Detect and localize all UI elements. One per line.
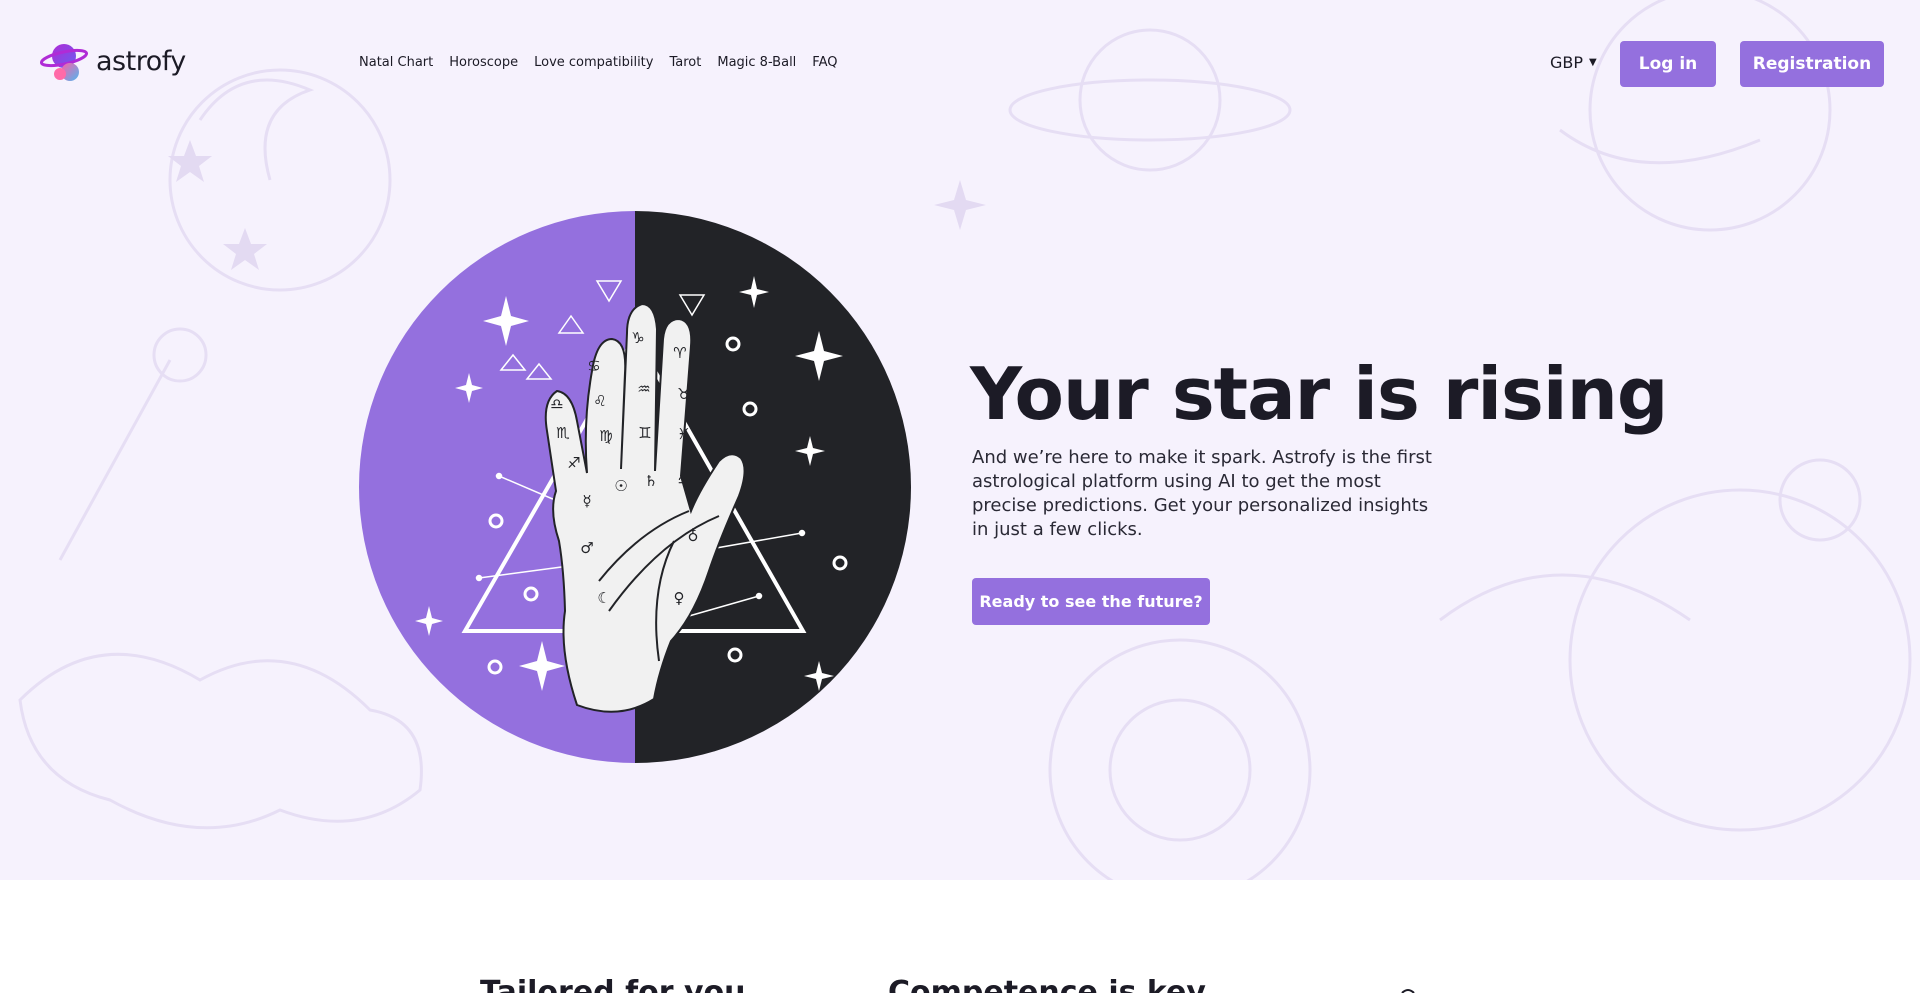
svg-text:♏: ♏ <box>556 424 570 442</box>
nav-tarot[interactable]: Tarot <box>669 55 701 70</box>
hero-illustration: ♋ ♑ ♈ ♌ ♒ ♉ ♎ ♍ ♊ ♏ ♓ ♐ ☉ ♄ ♃ ☿ ♂ ♁ ☾ ♀ <box>359 211 911 763</box>
hero-description: And we’re here to make it spark. Astrofy… <box>972 447 1432 540</box>
svg-text:☾: ☾ <box>597 589 610 607</box>
currency-value: GBP <box>1550 53 1584 72</box>
svg-text:♑: ♑ <box>631 329 644 347</box>
svg-text:♃: ♃ <box>676 472 689 490</box>
svg-text:♄: ♄ <box>644 472 657 490</box>
svg-text:♀: ♀ <box>674 589 685 607</box>
svg-text:☉: ☉ <box>614 477 627 495</box>
svg-text:♍: ♍ <box>599 427 612 445</box>
nav-natal-chart[interactable]: Natal Chart <box>359 55 433 70</box>
nav-magic-8-ball[interactable]: Magic 8-Ball <box>717 55 796 70</box>
registration-button[interactable]: Registration <box>1740 41 1884 87</box>
brand-name: astrofy <box>96 45 186 77</box>
feature-heading-tailored: Tailored for you <box>480 975 746 993</box>
svg-text:♂: ♂ <box>580 539 593 557</box>
logo-icon <box>40 44 89 81</box>
svg-text:♈: ♈ <box>673 344 686 362</box>
svg-text:♉: ♉ <box>677 385 690 403</box>
nav-love-compatibility[interactable]: Love compatibility <box>534 55 653 70</box>
cta-button[interactable]: Ready to see the future? <box>972 578 1210 625</box>
svg-text:♐: ♐ <box>567 454 580 472</box>
svg-text:♋: ♋ <box>587 357 600 375</box>
svg-text:♓: ♓ <box>677 425 690 443</box>
brand-logo[interactable]: astrofy <box>40 38 186 84</box>
svg-text:♊: ♊ <box>638 424 651 442</box>
svg-text:♒: ♒ <box>637 380 650 398</box>
nav-faq[interactable]: FAQ <box>812 55 837 70</box>
login-button[interactable]: Log in <box>1620 41 1716 87</box>
svg-text:☿: ☿ <box>582 492 591 510</box>
svg-text:♎: ♎ <box>550 395 563 413</box>
caret-down-icon: ▼ <box>1589 57 1597 68</box>
hero-section: astrofy Natal Chart Horoscope Love compa… <box>0 0 1920 880</box>
svg-text:♌: ♌ <box>593 392 606 410</box>
svg-text:♁: ♁ <box>688 527 699 545</box>
currency-select[interactable]: GBP ▼ <box>1550 53 1597 72</box>
feature-heading-competence: Competence is key <box>888 975 1206 993</box>
feature-icon <box>1401 989 1415 993</box>
hero-title: Your star is rising <box>970 352 1668 436</box>
nav-horoscope[interactable]: Horoscope <box>449 55 518 70</box>
background-doodles <box>18 0 1912 880</box>
main-nav: Natal Chart Horoscope Love compatibility… <box>359 55 837 70</box>
